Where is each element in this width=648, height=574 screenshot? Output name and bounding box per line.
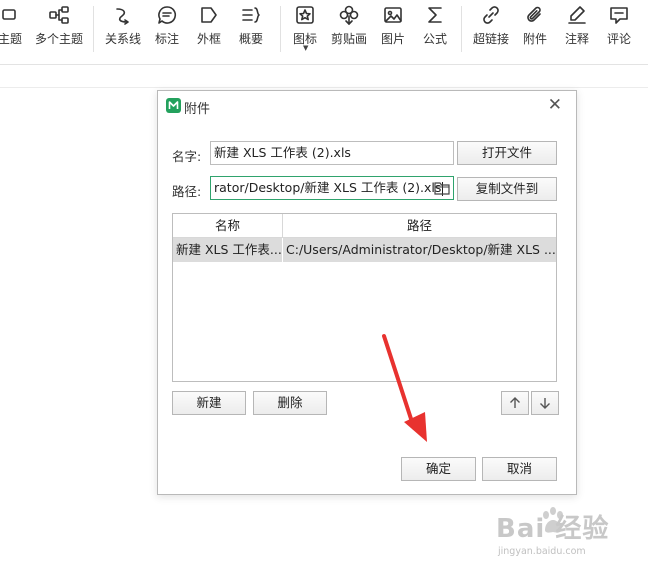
table-cell-name: 新建 XLS 工作表... [173,238,283,262]
column-header-name[interactable]: 名称 [173,214,283,238]
image-icon [382,2,404,28]
toolbar-attachment[interactable]: 附件 [518,0,552,60]
multi-topic-icon [48,2,70,28]
toolbar-label: 图片 [380,32,405,46]
toolbar-separator [461,6,462,52]
table-row[interactable]: 新建 XLS 工作表... C:/Users/Administrator/Des… [173,238,556,262]
toolbar-label: 评论 [606,32,631,46]
app-logo-icon [166,98,181,113]
toolbar-label: 注释 [564,32,589,46]
name-field[interactable]: 新建 XLS 工作表 (2).xls [210,141,454,165]
boundary-icon [198,2,220,28]
attachment-icon [524,2,546,28]
comment-icon [608,2,630,28]
toolbar-summary[interactable]: 概要 [234,0,268,60]
toolbar-label: 关系线 [104,32,141,46]
toolbar-boundary[interactable]: 外框 [192,0,226,60]
toolbar-label: 多个主题 [34,32,83,46]
toolbar-multi-topic[interactable]: 多个主题 [32,0,86,60]
toolbar: 主题 多个主题 关系线 标注 外框 概要 图标 ▼ 剪贴画 图片 公式 超链接 … [0,0,648,65]
formula-icon [424,2,446,28]
chevron-down-icon[interactable]: ▼ [303,44,308,52]
toolbar-label: 主题 [0,32,22,46]
toolbar-label: 附件 [522,32,547,46]
hyperlink-icon [480,2,502,28]
toolbar-label: 概要 [238,32,263,46]
mark-icon [294,2,316,28]
close-icon[interactable]: ✕ [548,97,562,114]
arrow-up-icon [510,397,520,408]
new-button[interactable]: 新建 [172,391,246,415]
column-header-path[interactable]: 路径 [283,214,556,238]
toolbar-topic[interactable]: 主题 [0,0,30,60]
toolbar-note[interactable]: 注释 [560,0,594,60]
table-cell-path: C:/Users/Administrator/Desktop/新建 XLS ..… [286,242,556,257]
relation-line-icon [112,2,134,28]
copy-file-button[interactable]: 复制文件到 [457,177,557,201]
toolbar-callout[interactable]: 标注 [150,0,184,60]
attachment-table: 名称 路径 新建 XLS 工作表... C:/Users/Administrat… [172,213,557,382]
name-field-value: 新建 XLS 工作表 (2).xls [214,145,351,160]
toolbar-separator [280,6,281,52]
summary-icon [240,2,262,28]
topic-icon [0,2,21,28]
toolbar-label: 剪贴画 [330,32,367,46]
toolbar-comment[interactable]: 评论 [602,0,636,60]
toolbar-label: 外框 [196,32,221,46]
path-field-value: rator/Desktop/新建 XLS 工作表 (2).xls [214,180,442,195]
toolbar-clipart[interactable]: 剪贴画 [328,0,370,60]
attachment-dialog: 附件 ✕ 名字: 新建 XLS 工作表 (2).xls 打开文件 路径: rat… [157,90,577,495]
move-down-button[interactable] [531,391,559,415]
path-field[interactable]: rator/Desktop/新建 XLS 工作表 (2).xls [210,176,454,200]
cancel-button[interactable]: 取消 [482,457,557,481]
name-label: 名字: [172,149,202,164]
toolbar-label: 超链接 [472,32,509,46]
toolbar-formula[interactable]: 公式 [418,0,452,60]
folder-icon[interactable] [434,181,450,195]
toolbar-label: 公式 [422,32,447,46]
callout-icon [156,2,178,28]
ok-button[interactable]: 确定 [401,457,476,481]
toolbar-label: 标注 [154,32,179,46]
toolbar-image[interactable]: 图片 [376,0,410,60]
move-up-button[interactable] [501,391,529,415]
delete-button[interactable]: 删除 [253,391,327,415]
toolbar-separator [93,6,94,52]
open-file-button[interactable]: 打开文件 [457,141,557,165]
ribbon-divider [0,87,648,88]
dialog-title: 附件 [184,102,211,117]
clipart-icon [338,2,360,28]
watermark-url: jingyan.baidu.com [498,546,586,557]
toolbar-hyperlink[interactable]: 超链接 [470,0,512,60]
watermark-text: Bai 经验 [496,514,610,544]
toolbar-relation-line[interactable]: 关系线 [102,0,144,60]
arrow-down-icon [540,398,550,409]
note-icon [566,2,588,28]
path-label: 路径: [172,184,202,199]
